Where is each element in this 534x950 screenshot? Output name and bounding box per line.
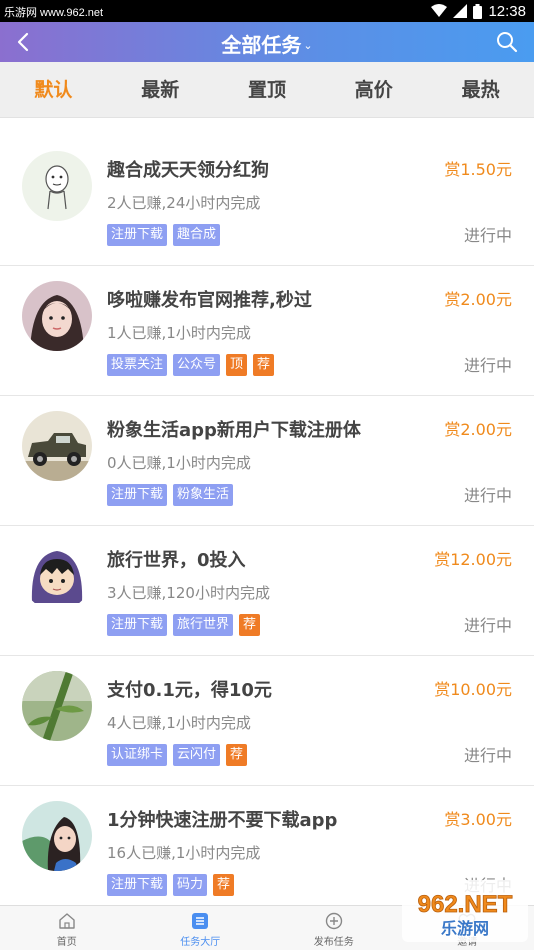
task-avatar	[22, 671, 92, 741]
tab-hottest[interactable]: 最热	[427, 62, 534, 117]
task-tag: 认证绑卡	[107, 744, 168, 766]
watermark-logo: 962.NET 乐游网	[402, 880, 528, 942]
signal-icon	[453, 4, 468, 18]
task-tag: 趣合成	[173, 224, 221, 246]
task-reward: 赏10.00元	[434, 680, 512, 699]
task-list-icon	[192, 913, 209, 929]
task-tag: 注册下载	[107, 874, 168, 896]
task-tag: 荐	[239, 614, 261, 636]
task-status: 进行中	[463, 226, 512, 245]
nav-task-hall-label: 任务大厅	[180, 937, 221, 948]
task-name: 粉象生活app新用户下载注册体	[107, 420, 361, 441]
chevron-down-icon: ⌄	[303, 39, 313, 52]
task-tag: 荐	[226, 744, 248, 766]
task-tag: 云闪付	[173, 744, 221, 766]
svg-text:962.NET: 962.NET	[418, 891, 513, 918]
task-tags: 注册下载 趣合成	[107, 224, 221, 246]
wifi-icon	[431, 4, 448, 18]
search-icon	[497, 32, 518, 53]
battery-icon	[473, 3, 483, 19]
task-tag: 注册下载	[107, 224, 168, 246]
home-icon	[59, 913, 75, 929]
status-bar-time: 12:38	[488, 2, 526, 20]
task-avatar	[22, 541, 92, 611]
task-reward: 赏3.00元	[444, 810, 512, 829]
nav-task-hall[interactable]: 任务大厅	[134, 906, 268, 950]
task-item[interactable]: 旅行世界，0投入 3人已赚,120小时内完成 注册下载 旅行世界 荐 赏12.0…	[0, 526, 534, 656]
task-reward: 赏1.50元	[444, 160, 512, 179]
task-avatar	[22, 151, 92, 221]
task-meta: 0人已赚,1小时内完成	[107, 454, 251, 472]
task-tag: 注册下载	[107, 614, 168, 636]
tab-newest[interactable]: 最新	[107, 62, 214, 117]
task-tags: 投票关注 公众号 顶 荐	[107, 354, 275, 376]
task-tags: 注册下载 旅行世界 荐	[107, 614, 261, 636]
task-avatar	[22, 411, 92, 481]
task-tag: 荐	[213, 874, 235, 896]
task-meta: 1人已赚,1小时内完成	[107, 324, 251, 342]
task-list: 趣合成天天领分红狗 2人已赚,24小时内完成 注册下载 趣合成 赏1.50元 进…	[0, 136, 534, 916]
status-bar: 乐游网 www.962.net 12:38	[0, 0, 534, 22]
task-item[interactable]: 支付0.1元，得10元 4人已赚,1小时内完成 认证绑卡 云闪付 荐 赏10.0…	[0, 656, 534, 786]
task-item[interactable]: 粉象生活app新用户下载注册体 0人已赚,1小时内完成 注册下载 粉象生活 赏2…	[0, 396, 534, 526]
task-tag: 荐	[253, 354, 275, 376]
task-tags: 注册下载 粉象生活	[107, 484, 234, 506]
tab-high-price[interactable]: 高价	[320, 62, 427, 117]
task-reward: 赏12.00元	[434, 550, 512, 569]
task-status: 进行中	[463, 486, 512, 505]
task-tags: 注册下载 码力 荐	[107, 874, 235, 896]
task-name: 1分钟快速注册不要下载app	[107, 810, 338, 831]
task-tag: 投票关注	[107, 354, 168, 376]
task-status: 进行中	[463, 356, 512, 375]
task-name: 支付0.1元，得10元	[107, 680, 272, 701]
nav-publish-task[interactable]: 发布任务	[267, 906, 401, 950]
status-bar-right: 12:38	[431, 1, 526, 21]
task-tag: 顶	[226, 354, 248, 376]
task-name: 趣合成天天领分红狗	[107, 160, 269, 181]
page-title: 全部任务	[221, 33, 302, 57]
tab-default[interactable]: 默认	[0, 62, 107, 117]
task-meta: 16人已赚,1小时内完成	[107, 844, 261, 862]
search-button[interactable]	[494, 29, 520, 55]
plus-circle-icon	[325, 912, 342, 930]
svg-text:乐游网: 乐游网	[441, 919, 489, 938]
tab-pinned[interactable]: 置顶	[214, 62, 321, 117]
task-tag: 公众号	[173, 354, 221, 376]
task-name: 旅行世界，0投入	[107, 550, 246, 571]
task-reward: 赏2.00元	[444, 420, 512, 439]
nav-publish-task-label: 发布任务	[313, 937, 354, 948]
task-meta: 2人已赚,24小时内完成	[107, 194, 261, 212]
task-item[interactable]: 哆啦赚发布官网推荐,秒过 1人已赚,1小时内完成 投票关注 公众号 顶 荐 赏2…	[0, 266, 534, 396]
task-tag: 旅行世界	[173, 614, 234, 636]
nav-home[interactable]: 首页	[0, 906, 134, 950]
task-tag: 粉象生活	[173, 484, 234, 506]
task-meta: 3人已赚,120小时内完成	[107, 584, 270, 602]
task-tag: 注册下载	[107, 484, 168, 506]
task-avatar	[22, 801, 92, 871]
task-avatar	[22, 281, 92, 351]
title-bar: 全部任务 ⌄	[0, 22, 534, 62]
task-name: 哆啦赚发布官网推荐,秒过	[107, 290, 312, 311]
task-reward: 赏2.00元	[444, 290, 512, 309]
task-tags: 认证绑卡 云闪付 荐	[107, 744, 248, 766]
sort-tabs: 默认 最新 置顶 高价 最热	[0, 62, 534, 118]
task-meta: 4人已赚,1小时内完成	[107, 714, 251, 732]
nav-home-label: 首页	[56, 937, 77, 948]
task-tag: 码力	[173, 874, 208, 896]
status-bar-source-text: 乐游网 www.962.net	[4, 7, 104, 19]
task-item[interactable]: 趣合成天天领分红狗 2人已赚,24小时内完成 注册下载 趣合成 赏1.50元 进…	[0, 136, 534, 266]
task-status: 进行中	[463, 616, 512, 635]
task-status: 进行中	[463, 746, 512, 765]
page-title-dropdown[interactable]: 全部任务 ⌄	[0, 29, 534, 58]
